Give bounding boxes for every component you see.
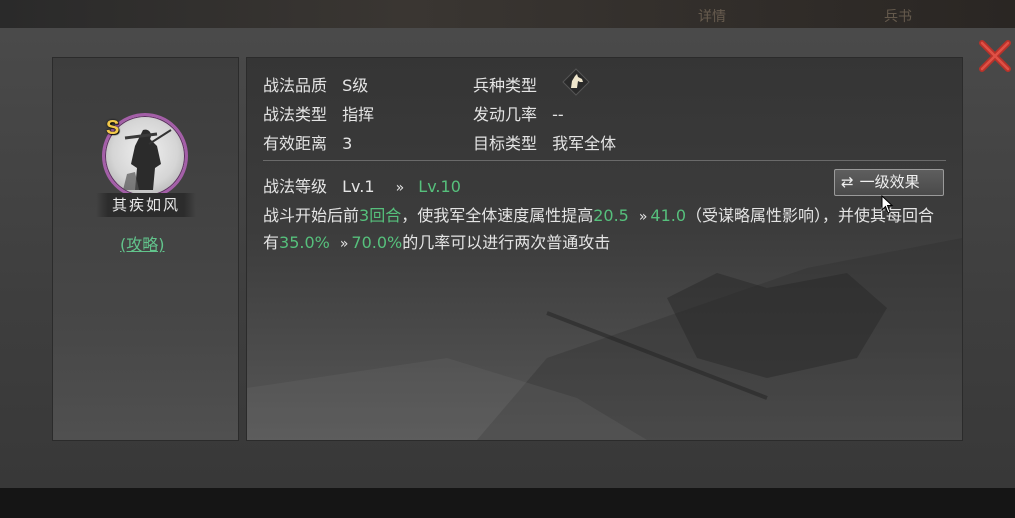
strategy-link[interactable]: (攻略) (120, 231, 165, 255)
range-row: 有效距离 3 (263, 130, 352, 154)
desc-text-4: 的几率可以进行两次普通攻击 (402, 233, 611, 252)
target-row: 目标类型 我军全体 (473, 130, 616, 154)
level-effect-toggle-button[interactable]: ⇄ 一级效果 (834, 169, 944, 196)
type-value: 指挥 (342, 105, 375, 124)
level-arrow-icon: » (395, 180, 404, 196)
target-value: 我军全体 (552, 134, 617, 153)
close-button[interactable] (977, 38, 1013, 74)
desc-speed-to: 41.0 (650, 206, 687, 225)
skill-name: 其疾如风 (96, 193, 196, 217)
swap-arrows-icon: ⇄ (841, 173, 854, 191)
level-to: Lv.10 (418, 177, 461, 196)
desc-chance-from: 35.0% (279, 233, 330, 252)
effect-button-label: 一级效果 (859, 173, 920, 191)
background-top-strip: 详情 兵书 (0, 0, 1015, 28)
range-value: 3 (342, 134, 353, 153)
range-label: 有效距离 (263, 134, 328, 153)
quality-row: 战法品质 S级 (263, 72, 368, 96)
desc-arrow-icon: » (638, 209, 647, 225)
mouse-cursor-icon (881, 194, 895, 215)
background-bottom-strip (0, 488, 1015, 518)
level-from: Lv.1 (342, 177, 375, 196)
tab-details[interactable]: 详情 (698, 6, 726, 26)
desc-arrow-icon-2: » (339, 236, 348, 252)
target-label: 目标类型 (473, 134, 538, 153)
tab-book[interactable]: 兵书 (884, 6, 912, 26)
desc-text-1: 战斗开始后前 (263, 206, 360, 225)
desc-turns: 3回合 (359, 206, 402, 225)
desc-text-2: ，使我军全体速度属性提高 (401, 206, 594, 225)
rate-row: 发动几率 -- (473, 101, 564, 125)
level-row: 战法等级 Lv.1 » Lv.10 (263, 173, 461, 197)
troop-type-row: 兵种类型 (473, 72, 537, 96)
horse-head-icon (562, 68, 590, 96)
rate-label: 发动几率 (473, 105, 538, 124)
grade-badge: S (106, 117, 120, 139)
troop-type-label: 兵种类型 (473, 76, 538, 95)
level-label: 战法等级 (263, 177, 328, 196)
desc-chance-to: 70.0% (351, 233, 403, 252)
type-label: 战法类型 (263, 105, 328, 124)
quality-value: S级 (342, 76, 369, 95)
skill-description: 战斗开始后前3回合，使我军全体速度属性提高20.5» 41.0（受谋略属性影响），… (263, 203, 943, 257)
close-icon (979, 40, 1011, 72)
desc-speed-from: 20.5 (593, 206, 629, 225)
section-divider (263, 160, 946, 161)
type-row: 战法类型 指挥 (263, 101, 374, 125)
rate-value: -- (552, 105, 564, 124)
quality-label: 战法品质 (263, 76, 328, 95)
